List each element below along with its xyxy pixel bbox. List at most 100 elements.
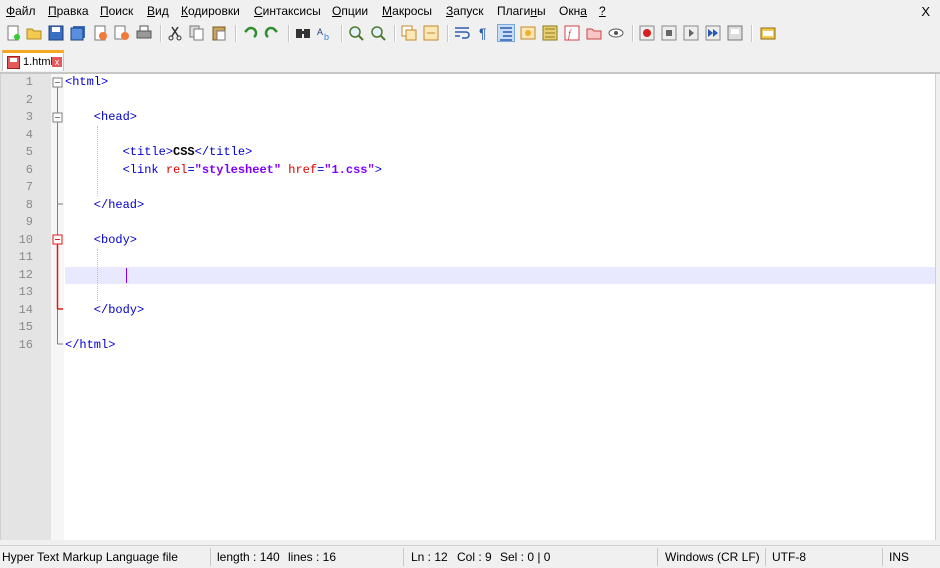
toolbar-separator bbox=[341, 25, 343, 42]
menu-file-label: айл bbox=[15, 4, 36, 18]
replace-icon[interactable]: Ab bbox=[317, 25, 333, 42]
tab-close-icon[interactable]: x bbox=[52, 57, 62, 67]
menu-view-label: ид bbox=[155, 4, 169, 18]
line-number: 4 bbox=[25, 127, 33, 142]
tab-1-html[interactable]: 1.html x bbox=[2, 50, 64, 71]
status-encoding[interactable]: UTF-8 bbox=[772, 550, 806, 564]
close-file-icon[interactable] bbox=[92, 25, 108, 41]
tab-label: 1.html bbox=[23, 56, 53, 68]
menu-encoding[interactable]: Кодировки bbox=[181, 4, 240, 18]
status-mode[interactable]: INS bbox=[889, 550, 909, 564]
menu-options[interactable]: Опции bbox=[332, 4, 368, 18]
status-eol[interactable]: Windows (CR LF) bbox=[665, 550, 760, 564]
status-sel: Sel : 0 | 0 bbox=[500, 550, 551, 564]
menu-search[interactable]: Поиск bbox=[100, 4, 133, 18]
folder-workspace-icon[interactable] bbox=[586, 25, 602, 41]
menu-edit-label: равка bbox=[56, 4, 89, 18]
user-lang-icon[interactable] bbox=[520, 25, 536, 41]
tag-head-close: </head> bbox=[65, 197, 145, 212]
svg-text:b: b bbox=[324, 32, 329, 41]
menu-help[interactable]: ? bbox=[599, 4, 606, 18]
menu-plugins-label-end: ы bbox=[537, 4, 546, 18]
redo-icon[interactable] bbox=[264, 25, 280, 41]
menu-window-label: Окн bbox=[559, 4, 581, 18]
menu-edit-accel: П bbox=[48, 4, 57, 18]
word-wrap-icon[interactable] bbox=[454, 25, 470, 41]
undo-icon[interactable] bbox=[242, 25, 258, 41]
indent-guide-icon[interactable] bbox=[497, 24, 515, 42]
save-icon[interactable] bbox=[48, 25, 64, 41]
code-line-14: </body> bbox=[65, 302, 144, 319]
open-file-icon[interactable] bbox=[26, 25, 42, 41]
save-macro-icon[interactable] bbox=[727, 25, 743, 41]
find-icon[interactable] bbox=[295, 25, 311, 41]
toolbar-separator bbox=[235, 25, 237, 42]
status-separator bbox=[765, 548, 766, 566]
svg-text:¶: ¶ bbox=[479, 25, 487, 41]
code-line-3: <head> bbox=[65, 109, 137, 126]
line-number: 6 bbox=[25, 162, 33, 177]
menu-search-label: оиск bbox=[108, 4, 134, 18]
close-button[interactable]: X bbox=[921, 4, 930, 19]
status-separator bbox=[403, 548, 404, 566]
sync-vertical-icon[interactable] bbox=[401, 25, 417, 41]
launch-browser-icon[interactable] bbox=[760, 25, 776, 41]
menu-syntax-label: интаксисы bbox=[262, 4, 321, 18]
svg-text:A: A bbox=[317, 27, 323, 37]
status-separator bbox=[210, 548, 211, 566]
line-number: 15 bbox=[18, 320, 33, 334]
menu-file[interactable]: Файл bbox=[6, 4, 36, 18]
cut-icon[interactable] bbox=[167, 25, 183, 41]
line-number: 11 bbox=[18, 250, 33, 264]
status-separator bbox=[657, 548, 658, 566]
toolbar-separator bbox=[632, 25, 634, 42]
status-bar: Hyper Text Markup Language file length :… bbox=[0, 545, 940, 568]
menu-plugins-label: Плаги bbox=[497, 4, 531, 18]
tag-body-close: </body> bbox=[65, 302, 145, 317]
close-all-icon[interactable] bbox=[114, 25, 130, 41]
line-number: 14 bbox=[18, 302, 33, 317]
print-icon[interactable] bbox=[136, 25, 152, 41]
zoom-in-icon[interactable] bbox=[348, 25, 364, 41]
current-line-highlight bbox=[65, 266, 935, 284]
status-length: length : 140 bbox=[217, 550, 280, 564]
function-list-icon[interactable]: f bbox=[564, 25, 580, 41]
menu-run-label: апуск bbox=[453, 4, 484, 18]
code-line-6: <link rel="stylesheet" href="1.css"> bbox=[65, 162, 382, 179]
menu-window[interactable]: Окна bbox=[559, 4, 587, 18]
menu-options-label: пции bbox=[341, 4, 369, 18]
code-line-1: <html> bbox=[65, 74, 108, 91]
record-macro-icon[interactable] bbox=[639, 25, 655, 41]
menu-plugins[interactable]: Плагины bbox=[497, 4, 546, 18]
status-lines: lines : 16 bbox=[288, 550, 337, 564]
menu-syntax[interactable]: Синтаксисы bbox=[254, 4, 321, 18]
code-line-8: </head> bbox=[65, 197, 144, 214]
run-macro-multiple-icon[interactable] bbox=[705, 25, 721, 41]
new-file-icon[interactable] bbox=[5, 25, 21, 41]
code-area[interactable]: <html> <head> <title>CSS</title> <link r… bbox=[65, 74, 935, 540]
save-all-icon[interactable] bbox=[70, 25, 86, 41]
menu-macros[interactable]: Макросы bbox=[382, 4, 432, 18]
show-all-chars-icon[interactable]: ¶ bbox=[476, 25, 492, 41]
paste-icon[interactable] bbox=[211, 25, 227, 41]
sync-horizontal-icon[interactable] bbox=[423, 25, 439, 41]
monitor-eye-icon[interactable] bbox=[608, 25, 624, 41]
menu-run[interactable]: Запуск bbox=[446, 4, 484, 18]
zoom-out-icon[interactable] bbox=[370, 25, 386, 41]
menu-macros-label: акросы bbox=[392, 4, 433, 18]
copy-icon[interactable] bbox=[189, 25, 205, 41]
menu-view-accel: В bbox=[147, 4, 156, 18]
menu-file-accel: Ф bbox=[6, 4, 16, 18]
tag-head-open: <head> bbox=[65, 110, 138, 124]
line-number: 3 bbox=[25, 110, 33, 124]
menu-edit[interactable]: Правка bbox=[48, 4, 89, 18]
code-line-5: <title>CSS</title> bbox=[65, 144, 253, 161]
tag-html-open: <html> bbox=[65, 75, 109, 89]
line-number: 9 bbox=[25, 215, 33, 229]
status-col: Col : 9 bbox=[457, 550, 492, 564]
stop-macro-icon[interactable] bbox=[661, 25, 677, 41]
line-number: 12 bbox=[18, 267, 33, 282]
play-macro-icon[interactable] bbox=[683, 25, 699, 41]
doc-map-icon[interactable] bbox=[542, 25, 558, 41]
menu-view[interactable]: Вид bbox=[147, 4, 169, 18]
